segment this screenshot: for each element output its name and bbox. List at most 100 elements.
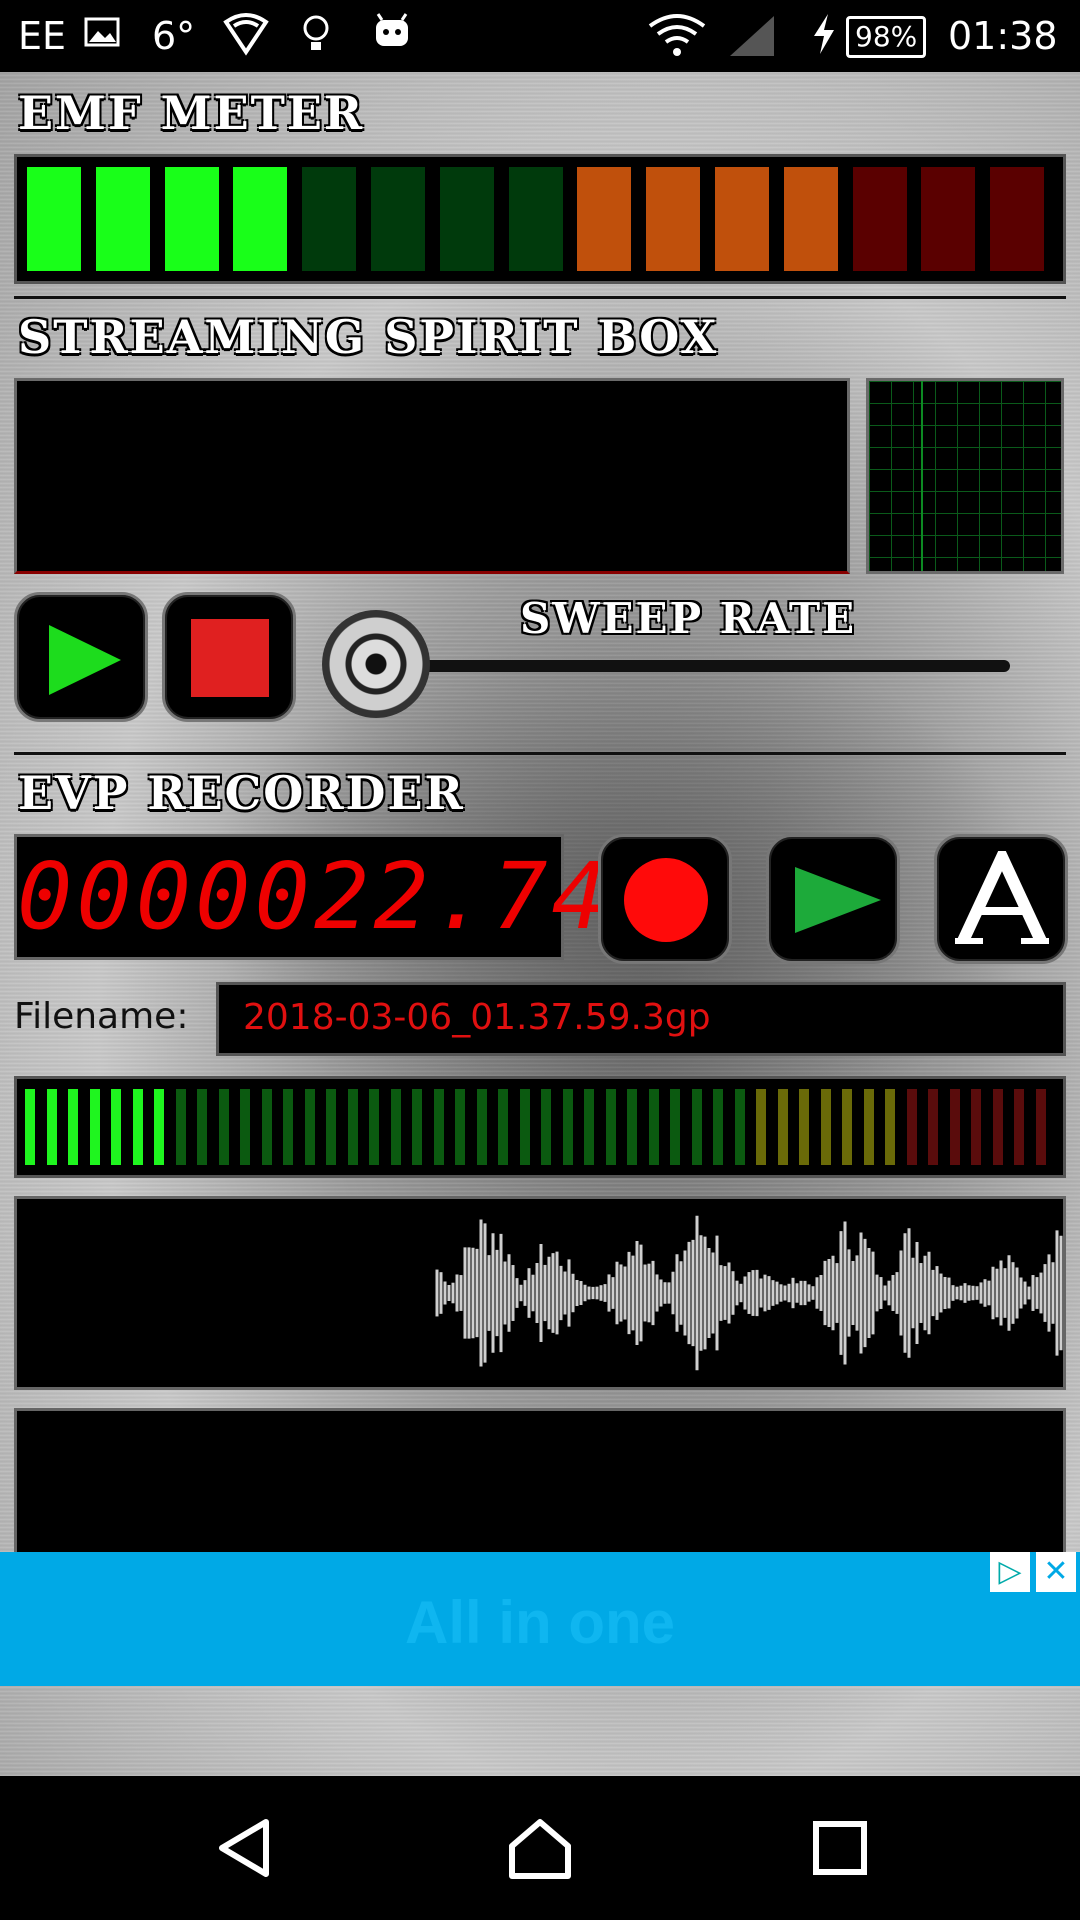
level-segment	[992, 1089, 1003, 1165]
level-segment	[197, 1089, 207, 1165]
lightbulb-icon	[300, 12, 332, 67]
level-segment	[906, 1089, 917, 1165]
android-icon	[372, 12, 412, 63]
sweep-rate-slider[interactable]	[420, 660, 1010, 672]
signal-icon	[728, 12, 776, 69]
level-segment	[820, 1089, 831, 1165]
level-segment	[777, 1089, 788, 1165]
level-segment	[111, 1089, 121, 1165]
level-segment	[928, 1089, 938, 1165]
level-segment	[541, 1089, 551, 1165]
level-segment	[175, 1089, 186, 1165]
level-segment	[713, 1089, 723, 1165]
emf-segment	[233, 167, 288, 271]
scope-trace	[921, 381, 923, 571]
close-icon[interactable]: ✕	[1036, 1552, 1076, 1592]
app-background: EMF METER STREAMING SPIRIT BOX SWEEP RAT…	[0, 72, 1080, 1776]
level-segment	[132, 1089, 143, 1165]
emf-segment	[715, 167, 769, 271]
section-divider	[14, 296, 1066, 299]
audio-level-meter	[14, 1076, 1066, 1178]
font-a-icon	[955, 851, 1049, 944]
level-segment	[1035, 1089, 1046, 1165]
emf-segment	[371, 167, 425, 271]
filename-value: 2018-03-06_01.37.59.3gp	[243, 997, 711, 1038]
level-segment	[240, 1089, 250, 1165]
level-segment	[412, 1089, 422, 1165]
level-segment	[734, 1089, 745, 1165]
filename-field: 2018-03-06_01.37.59.3gp	[216, 982, 1066, 1056]
level-segment	[863, 1089, 874, 1165]
emf-meter-title: EMF METER	[18, 86, 365, 140]
recording-counter: 0000022.744	[14, 834, 666, 960]
navigation-bar	[0, 1776, 1080, 1920]
section-divider	[14, 752, 1066, 755]
emf-segment	[27, 167, 81, 271]
level-segment	[498, 1089, 508, 1165]
level-segment	[842, 1089, 852, 1165]
emf-segment	[646, 167, 701, 271]
level-segment	[68, 1089, 78, 1165]
level-segment	[390, 1089, 401, 1165]
level-segment	[885, 1089, 895, 1165]
level-segment	[369, 1089, 379, 1165]
spirit-stop-button[interactable]	[162, 592, 296, 722]
emf-segment	[164, 167, 219, 271]
font-settings-button[interactable]	[934, 834, 1068, 964]
level-segment	[326, 1089, 336, 1165]
adchoices-icon[interactable]: ▷	[990, 1552, 1030, 1592]
level-segment	[154, 1089, 164, 1165]
level-segment	[89, 1089, 100, 1165]
play-icon	[795, 867, 881, 933]
temperature-label: 6°	[152, 14, 196, 58]
level-segment	[1014, 1089, 1024, 1165]
home-icon[interactable]	[508, 1816, 572, 1880]
filename-label: Filename:	[14, 996, 189, 1037]
ad-text: All in one	[405, 1589, 675, 1656]
level-segment	[476, 1089, 487, 1165]
emf-segment	[439, 167, 494, 271]
spirit-box-title: STREAMING SPIRIT BOX	[18, 310, 719, 364]
level-segment	[25, 1089, 35, 1165]
stop-icon	[191, 619, 269, 697]
level-segment	[605, 1089, 616, 1165]
level-segment	[971, 1089, 981, 1165]
level-segment	[648, 1089, 659, 1165]
emf-meter-bar	[14, 154, 1066, 284]
level-segment	[799, 1089, 809, 1165]
status-bar: EE 6° 98% 01:38	[0, 0, 1080, 72]
recents-icon[interactable]	[812, 1820, 868, 1876]
emf-segment	[921, 167, 976, 271]
charging-icon	[810, 12, 838, 67]
record-button[interactable]	[598, 834, 732, 964]
level-segment	[218, 1089, 229, 1165]
level-segment	[562, 1089, 573, 1165]
evp-recorder-title: EVP RECORDER	[18, 766, 465, 820]
sweep-rate-knob[interactable]	[322, 610, 430, 718]
emf-segment	[508, 167, 563, 271]
level-segment	[347, 1089, 358, 1165]
level-segment	[433, 1089, 444, 1165]
level-segment	[691, 1089, 702, 1165]
gallery-icon	[84, 12, 120, 60]
level-segment	[46, 1089, 57, 1165]
level-segment	[519, 1089, 530, 1165]
level-segment	[584, 1089, 594, 1165]
level-segment	[283, 1089, 293, 1165]
evp-play-button[interactable]	[766, 834, 900, 964]
spirit-box-display	[14, 378, 850, 574]
emf-segment	[577, 167, 632, 271]
waveform-display	[14, 1196, 1066, 1390]
spirit-play-button[interactable]	[14, 592, 148, 722]
ad-banner[interactable]: All in one ▷ ✕	[0, 1552, 1080, 1686]
level-segment	[670, 1089, 680, 1165]
battery-indicator: 98%	[846, 16, 927, 58]
back-icon[interactable]	[214, 1818, 274, 1878]
level-segment	[455, 1089, 465, 1165]
emf-segment	[852, 167, 907, 271]
shield-icon	[222, 12, 270, 67]
wifi-icon	[648, 12, 706, 69]
record-icon	[624, 858, 708, 942]
emf-segment	[302, 167, 357, 271]
level-segment	[627, 1089, 637, 1165]
